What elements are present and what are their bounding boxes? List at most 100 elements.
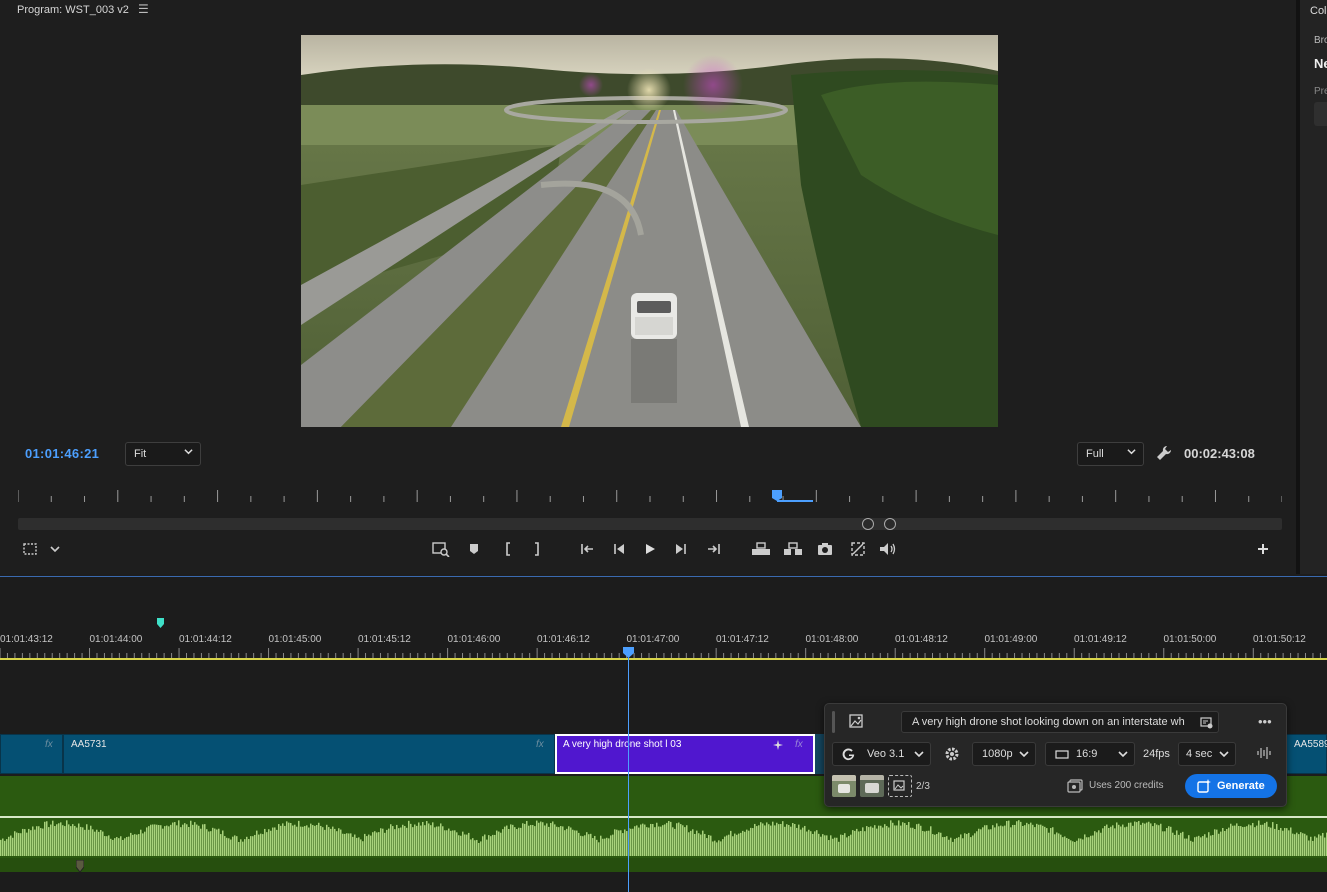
waveform-bar — [404, 825, 406, 856]
waveform-bar — [624, 829, 626, 856]
timeline-marker[interactable] — [157, 618, 164, 628]
waveform-bar — [48, 827, 50, 856]
waveform-bar — [186, 824, 188, 856]
generate-button[interactable]: Generate — [1185, 774, 1277, 798]
waveform-bar — [716, 842, 718, 856]
waveform-bar — [108, 835, 110, 856]
waveform-bar — [1040, 824, 1042, 856]
generated-video-clip[interactable]: A very high drone shot l 03 fx — [555, 734, 815, 774]
work-area-bar[interactable] — [0, 658, 1327, 660]
gear-icon[interactable] — [943, 745, 961, 763]
timeline-tick-label: 01:01:48:00 — [805, 634, 859, 645]
aspect-ratio-select[interactable]: 16:9 — [1045, 742, 1135, 766]
monitor-zoom-scrollbar[interactable] — [18, 518, 1282, 530]
resolution-select[interactable]: 1080p — [972, 742, 1036, 766]
waveform-bar — [794, 823, 796, 856]
waveform-bar — [612, 834, 614, 856]
scrollbar-right-handle[interactable] — [884, 518, 896, 530]
waveform-bar — [330, 828, 332, 856]
go-to-in-icon[interactable] — [577, 540, 597, 558]
waveform-bar — [1090, 835, 1092, 856]
monitor-playhead[interactable] — [772, 490, 816, 504]
mark-in-icon[interactable] — [498, 540, 518, 558]
waveform-bar — [350, 833, 352, 856]
reference-thumbnail[interactable] — [832, 775, 856, 797]
waveform-bar — [322, 827, 324, 856]
prompt-input[interactable]: A very high drone shot looking down on a… — [901, 711, 1219, 733]
waveform-bar — [1150, 823, 1152, 856]
current-timecode[interactable]: 01:01:46:21 — [25, 446, 99, 461]
waveform-bar — [486, 839, 488, 856]
timeline-playhead[interactable] — [623, 647, 634, 658]
wrench-icon[interactable] — [1155, 444, 1173, 462]
settings-dropdown-icon[interactable] — [45, 540, 65, 558]
waveform-bar — [1298, 834, 1300, 856]
playback-resolution-select[interactable]: Full — [1077, 442, 1144, 466]
waveform-bar — [772, 821, 774, 856]
waveform-bar — [1104, 825, 1106, 856]
waveform-bar — [1312, 840, 1314, 856]
waveform-bar — [1278, 829, 1280, 856]
keyframe-marker-icon[interactable] — [76, 860, 84, 872]
add-marker-icon[interactable] — [464, 540, 484, 558]
video-clip[interactable]: AA5731 fx — [63, 734, 555, 774]
video-clip[interactable]: fx — [0, 734, 63, 774]
waveform-bar — [1146, 822, 1148, 856]
right-panel-tab[interactable]: Col — [1310, 5, 1327, 17]
model-select[interactable]: Veo 3.1 — [832, 742, 931, 766]
timeline-scrollbar[interactable] — [0, 872, 1327, 892]
prompt-expand-icon[interactable] — [1200, 716, 1213, 729]
waveform-bar — [492, 834, 494, 856]
monitor-time-ruler[interactable] — [18, 488, 1282, 508]
waveform-bar — [94, 831, 96, 856]
waveform-bar — [622, 833, 624, 856]
waveform-bar — [638, 827, 640, 856]
reference-thumbnail[interactable] — [860, 775, 884, 797]
video-clip[interactable]: AA5589 — [1286, 734, 1327, 774]
waveform-bar — [1070, 840, 1072, 856]
audio-waveform-icon[interactable] — [1256, 745, 1272, 761]
panel-title[interactable]: Program: WST_003 v2 — [17, 4, 129, 16]
waveform-bar — [122, 839, 124, 856]
zoom-level-select[interactable]: Fit — [125, 442, 201, 466]
waveform-bar — [610, 835, 612, 856]
play-icon[interactable] — [640, 540, 660, 558]
audio-track-a3[interactable] — [0, 858, 1327, 872]
waveform-bar — [254, 834, 256, 856]
waveform-bar — [814, 831, 816, 856]
more-options-icon[interactable]: ••• — [1258, 714, 1272, 729]
export-frame-icon[interactable] — [815, 540, 835, 558]
audio-icon[interactable] — [878, 540, 898, 558]
waveform-bar — [274, 827, 276, 856]
comparison-view-icon[interactable] — [848, 540, 868, 558]
waveform-bar — [388, 828, 390, 856]
add-reference-image-button[interactable] — [888, 775, 912, 797]
waveform-bar — [442, 826, 444, 856]
waveform-bar — [948, 839, 950, 856]
go-to-out-icon[interactable] — [704, 540, 724, 558]
resolution-value: 1080p — [982, 748, 1013, 760]
prompt-text: A very high drone shot looking down on a… — [912, 716, 1185, 728]
waveform-bar — [356, 837, 358, 856]
waveform-bar — [970, 837, 972, 856]
lift-icon[interactable] — [751, 540, 771, 558]
mark-out-icon[interactable] — [527, 540, 547, 558]
extract-icon[interactable] — [783, 540, 803, 558]
waveform-bar — [800, 829, 802, 856]
waveform-bar — [1262, 824, 1264, 856]
program-video-frame[interactable] — [301, 35, 998, 427]
hamburger-menu-icon[interactable]: ☰ — [138, 2, 149, 16]
waveform-bar — [336, 831, 338, 856]
duration-select[interactable]: 4 sec — [1178, 742, 1236, 766]
popup-drag-handle[interactable] — [832, 711, 835, 733]
add-button-icon[interactable] — [1253, 540, 1273, 558]
zoom-fit-icon[interactable] — [431, 540, 451, 558]
waveform-bar — [762, 823, 764, 856]
right-panel-dropdown[interactable] — [1314, 102, 1327, 126]
safe-margins-icon[interactable] — [20, 540, 40, 558]
step-forward-icon[interactable] — [671, 540, 691, 558]
waveform-bar — [996, 823, 998, 856]
scrollbar-left-handle[interactable] — [862, 518, 874, 530]
step-back-icon[interactable] — [609, 540, 629, 558]
waveform-bar — [530, 824, 532, 856]
